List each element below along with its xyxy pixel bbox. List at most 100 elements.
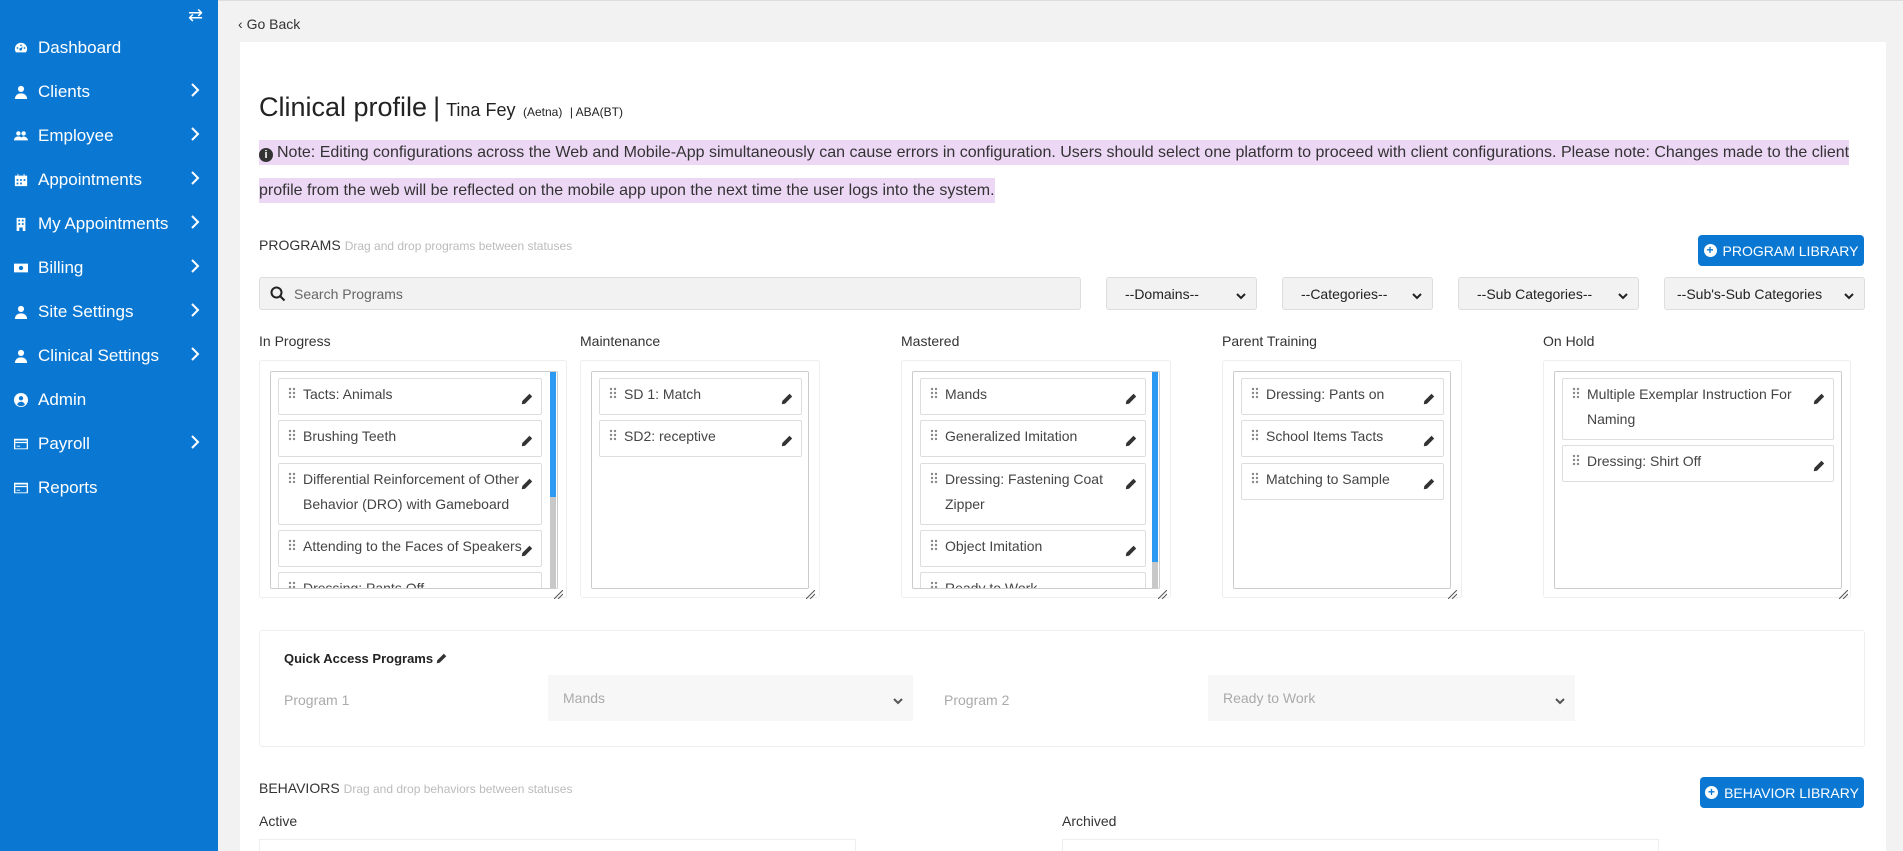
- pencil-icon[interactable]: [1125, 540, 1137, 557]
- drag-handle-icon[interactable]: [930, 387, 938, 399]
- user-icon: [14, 85, 28, 99]
- pencil-icon[interactable]: [1423, 473, 1435, 490]
- sidebar-item-payroll[interactable]: Payroll: [0, 422, 218, 466]
- drag-handle-icon[interactable]: [1251, 387, 1259, 399]
- subs-sub-categories-select-value: --Sub's-Sub Categories: [1677, 285, 1823, 302]
- program-card[interactable]: Tacts: Animals: [278, 378, 542, 415]
- pencil-icon[interactable]: [521, 473, 533, 490]
- chevron-down-icon: [1618, 288, 1628, 300]
- pencil-icon[interactable]: [521, 540, 533, 557]
- sidebar-item-billing[interactable]: Billing: [0, 246, 218, 290]
- resize-handle-icon[interactable]: [1157, 586, 1168, 600]
- drag-handle-icon[interactable]: [1251, 429, 1259, 441]
- program-card[interactable]: Dressing: Fastening Coat Zipper: [920, 463, 1146, 525]
- subs-sub-categories-select[interactable]: --Sub's-Sub Categories: [1664, 277, 1865, 310]
- program-card[interactable]: Attending to the Faces of Speakers: [278, 530, 542, 567]
- search-input[interactable]: [294, 285, 1074, 302]
- drag-handle-icon[interactable]: [1572, 454, 1580, 466]
- column-label-in-progress: In Progress: [259, 333, 331, 349]
- column-in-progress-list[interactable]: Tacts: Animals Brushing Teeth Differenti…: [270, 371, 558, 589]
- program-card[interactable]: School Items Tacts: [1241, 420, 1444, 457]
- behaviors-title: BEHAVIORS: [259, 780, 340, 796]
- program-library-button[interactable]: + PROGRAM LIBRARY: [1698, 235, 1864, 266]
- program-2-select[interactable]: Ready to Work: [1208, 675, 1575, 721]
- pencil-icon[interactable]: [1125, 582, 1137, 588]
- program-card[interactable]: Ready to Work: [920, 572, 1146, 589]
- drag-handle-icon[interactable]: [930, 429, 938, 441]
- drag-handle-icon[interactable]: [1251, 472, 1259, 484]
- pencil-icon[interactable]: [521, 388, 533, 405]
- pencil-icon[interactable]: [1423, 388, 1435, 405]
- sidebar-item-clinical-settings[interactable]: Clinical Settings: [0, 334, 218, 378]
- program-card[interactable]: Differential Reinforcement of Other Beha…: [278, 463, 542, 525]
- drag-handle-icon[interactable]: [930, 539, 938, 551]
- sub-categories-select[interactable]: --Sub Categories--: [1458, 277, 1639, 310]
- go-back-link[interactable]: ‹ Go Back: [238, 16, 300, 32]
- resize-handle-icon[interactable]: [805, 586, 816, 600]
- sidebar-item-site-settings[interactable]: Site Settings: [0, 290, 218, 334]
- drag-handle-icon[interactable]: [930, 581, 938, 589]
- column-mastered-list[interactable]: Mands Generalized Imitation Dressing: Fa…: [912, 371, 1160, 589]
- behaviors-hint: Drag and drop behaviors between statuses: [343, 782, 573, 796]
- program-card[interactable]: Object Imitation: [920, 530, 1146, 567]
- column-parent-training-list[interactable]: Dressing: Pants on School Items Tacts Ma…: [1233, 371, 1451, 589]
- search-programs: [259, 277, 1081, 310]
- program-card[interactable]: Mands: [920, 378, 1146, 415]
- quick-access-panel: [259, 630, 1865, 747]
- pencil-icon[interactable]: [521, 582, 533, 588]
- pencil-icon[interactable]: [1813, 455, 1825, 472]
- program-card[interactable]: SD 1: Match: [599, 378, 802, 415]
- pencil-icon[interactable]: [781, 388, 793, 405]
- resize-handle-icon[interactable]: [553, 586, 564, 600]
- pencil-icon[interactable]: [1125, 473, 1137, 490]
- resize-handle-icon[interactable]: [1838, 586, 1849, 600]
- program-card[interactable]: Generalized Imitation: [920, 420, 1146, 457]
- sidebar-item-reports[interactable]: Reports: [0, 466, 218, 510]
- pencil-icon[interactable]: [436, 653, 447, 664]
- program-2-label: Program 2: [944, 692, 1010, 708]
- pencil-icon[interactable]: [781, 430, 793, 447]
- scrollbar-thumb[interactable]: [550, 372, 556, 497]
- categories-select[interactable]: --Categories--: [1282, 277, 1433, 310]
- program-card[interactable]: Dressing: Pants on: [1241, 378, 1444, 415]
- column-on-hold-list[interactable]: Multiple Exemplar Instruction For Naming…: [1554, 371, 1842, 589]
- program-card[interactable]: Multiple Exemplar Instruction For Naming: [1562, 378, 1834, 440]
- swap-icon[interactable]: ⇄: [188, 5, 203, 26]
- drag-handle-icon[interactable]: [930, 472, 938, 484]
- program-card[interactable]: Dressing: Shirt Off: [1562, 445, 1834, 482]
- drag-handle-icon[interactable]: [288, 429, 296, 441]
- drag-handle-icon[interactable]: [1572, 387, 1580, 399]
- sidebar-item-employee[interactable]: Employee: [0, 114, 218, 158]
- sidebar-item-my-appointments[interactable]: My Appointments: [0, 202, 218, 246]
- domains-select[interactable]: --Domains--: [1106, 277, 1257, 310]
- pencil-icon[interactable]: [1125, 430, 1137, 447]
- pencil-icon[interactable]: [1125, 388, 1137, 405]
- program-library-label: PROGRAM LIBRARY: [1722, 242, 1859, 259]
- drag-handle-icon[interactable]: [288, 539, 296, 551]
- pencil-icon[interactable]: [1813, 388, 1825, 405]
- pencil-icon[interactable]: [1423, 430, 1435, 447]
- column-maintenance-list[interactable]: SD 1: Match SD2: receptive: [591, 371, 809, 589]
- drag-handle-icon[interactable]: [288, 472, 296, 484]
- calendar-icon: [14, 173, 28, 187]
- resize-handle-icon[interactable]: [1447, 586, 1458, 600]
- pencil-icon[interactable]: [521, 430, 533, 447]
- sidebar-item-clients[interactable]: Clients: [0, 70, 218, 114]
- program-card[interactable]: Matching to Sample: [1241, 463, 1444, 500]
- program-card[interactable]: SD2: receptive: [599, 420, 802, 457]
- sidebar-item-admin[interactable]: Admin: [0, 378, 218, 422]
- drag-handle-icon[interactable]: [609, 429, 617, 441]
- program-card[interactable]: Dressing: Pants Off: [278, 572, 542, 589]
- drag-handle-icon[interactable]: [609, 387, 617, 399]
- program-name: Matching to Sample: [1266, 471, 1390, 487]
- behaviors-archived-column: [1062, 839, 1659, 851]
- program-card[interactable]: Brushing Teeth: [278, 420, 542, 457]
- sidebar-item-appointments[interactable]: Appointments: [0, 158, 218, 202]
- column-label-on-hold: On Hold: [1543, 333, 1595, 349]
- drag-handle-icon[interactable]: [288, 581, 296, 589]
- behavior-library-button[interactable]: + BEHAVIOR LIBRARY: [1700, 777, 1864, 808]
- program-1-select[interactable]: Mands: [548, 675, 913, 721]
- drag-handle-icon[interactable]: [288, 387, 296, 399]
- sidebar-item-dashboard[interactable]: Dashboard: [0, 26, 218, 70]
- scrollbar-thumb[interactable]: [1152, 372, 1158, 562]
